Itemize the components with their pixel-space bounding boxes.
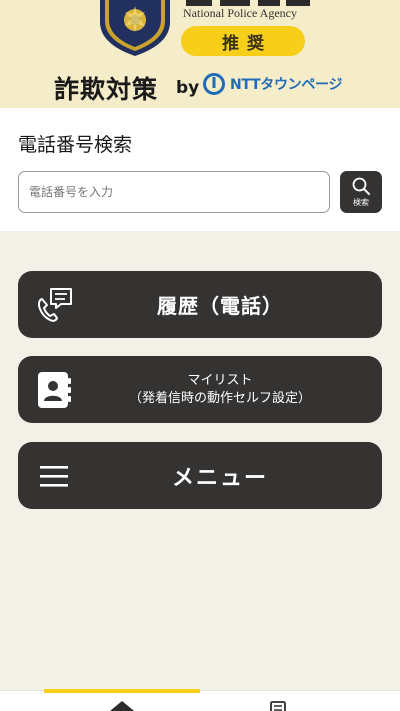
ntt-logo-icon	[203, 73, 225, 95]
main-menu-button[interactable]: メニュー	[18, 442, 382, 509]
search-section-title: 電話番号検索	[18, 134, 133, 156]
my-list-label-line1: マイリスト	[187, 372, 253, 388]
search-icon	[352, 177, 370, 195]
phone-chat-icon	[34, 286, 74, 324]
search-button[interactable]: 検索	[340, 171, 382, 213]
main-menu-button-label: メニュー	[171, 465, 268, 491]
my-list-label-line2: （発着信時の動作セルフ設定）	[128, 390, 311, 406]
recommend-badge: 推奨	[181, 26, 305, 56]
contact-book-icon	[34, 371, 74, 409]
my-list-button[interactable]: マイリスト （発着信時の動作セルフ設定）	[18, 356, 382, 423]
app-header: National Police Agency 推奨 詐欺対策 by NTTタウン…	[0, 0, 400, 108]
search-button-label: 検索	[353, 198, 369, 207]
brand-by-text: by	[176, 78, 200, 98]
app-title: 詐欺対策	[54, 75, 159, 104]
active-tab-indicator	[44, 689, 200, 693]
partner-name: NTTタウンページ	[230, 77, 343, 93]
police-emblem-icon	[100, 0, 170, 56]
phone-search-section: 電話番号検索 検索	[0, 108, 400, 231]
hamburger-icon	[34, 457, 74, 495]
document-list-icon[interactable]	[266, 700, 290, 711]
phone-number-input[interactable]	[18, 171, 330, 213]
my-list-button-label: マイリスト （発着信時の動作セルフ設定）	[78, 356, 362, 423]
home-icon[interactable]	[108, 701, 136, 711]
history-button-label: 履歴（電話）	[157, 294, 283, 318]
history-phone-button[interactable]: 履歴（電話）	[18, 271, 382, 338]
agency-english-name: National Police Agency	[183, 6, 297, 20]
bottom-navigation	[0, 689, 400, 711]
